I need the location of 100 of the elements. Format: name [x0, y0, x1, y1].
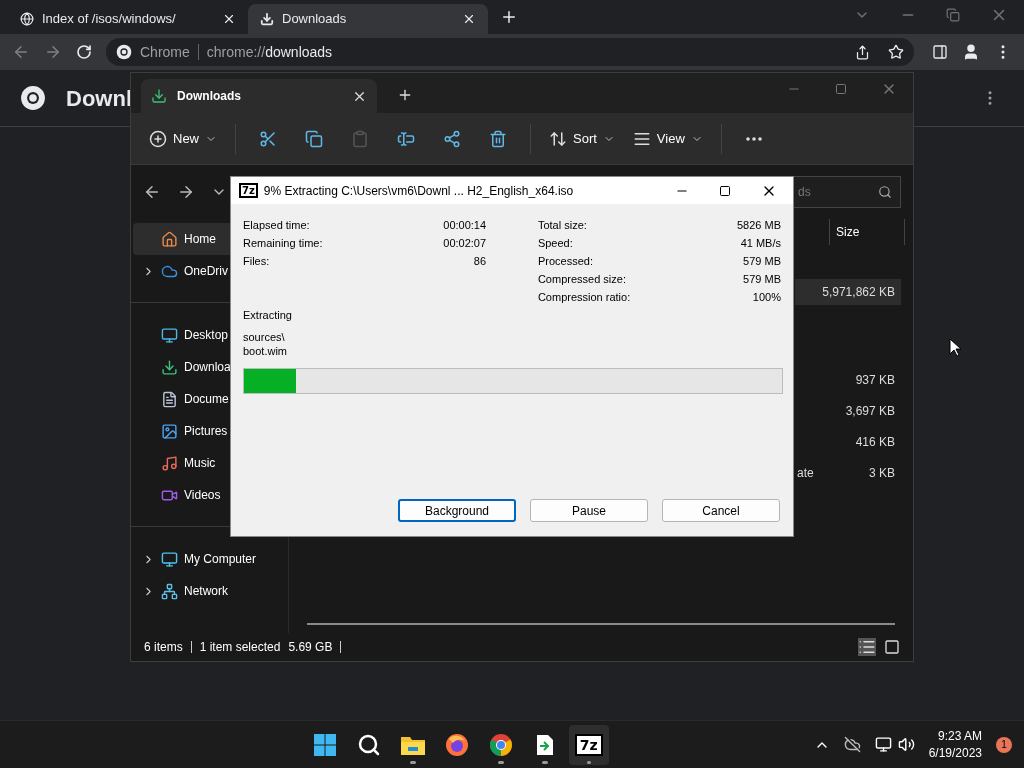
sidebar-label: My Computer [184, 551, 257, 568]
profile-icon[interactable] [962, 43, 980, 61]
page-title: Downl [66, 84, 132, 113]
dialog-button[interactable]: Pause [530, 499, 648, 522]
search-placeholder: ds [797, 184, 812, 201]
stat-label: Compressed size: [537, 272, 626, 287]
stat-value: 00:00:14 [443, 218, 487, 233]
stat-label: Total size: [537, 218, 587, 233]
close-icon[interactable] [222, 12, 236, 26]
size-cell-text: 3,697 KB [845, 403, 895, 420]
share-icon [443, 129, 461, 148]
taskbar-app[interactable]: 7z [568, 724, 609, 765]
sort-icon [549, 129, 567, 148]
download-icon [151, 88, 167, 104]
sidebar-label: Network [184, 583, 228, 600]
explorer-tab[interactable]: Downloads [141, 79, 377, 113]
document-icon [161, 390, 178, 408]
browser-tab[interactable]: Downloads [248, 4, 488, 34]
sidebar-label: OneDriv [184, 263, 228, 280]
image-icon [161, 422, 178, 440]
stat-label: Files: [243, 254, 270, 269]
trash-icon [489, 129, 507, 148]
more-icon [745, 136, 762, 141]
stat-label: Processed: [537, 254, 593, 269]
download-icon [260, 12, 274, 26]
file-row[interactable]: ate 3 KB [795, 460, 901, 486]
sidebar-item[interactable]: My Computer [133, 543, 286, 575]
column-header[interactable]: Size [829, 219, 905, 245]
new-tab-icon[interactable] [500, 8, 518, 26]
volume-icon[interactable] [897, 736, 915, 753]
selection-info: 1 item selected [199, 639, 281, 656]
stat-label: Compression ratio: [537, 290, 631, 305]
stat-value: 5826 MB [736, 218, 781, 233]
url-text: chrome://downloads [206, 42, 333, 62]
7z-logo-icon: 7z [574, 733, 603, 756]
maximize-icon[interactable] [719, 184, 731, 197]
plus-circle-icon [149, 129, 167, 148]
computer-icon [161, 550, 178, 568]
toolbar-button[interactable]: New [143, 121, 223, 156]
toolbar-button[interactable]: View [626, 121, 709, 156]
tiles-view-icon[interactable] [884, 639, 900, 655]
file-arrow-icon [535, 733, 554, 756]
firefox-icon [444, 732, 469, 757]
forward-icon[interactable] [177, 183, 195, 201]
cloud-off-icon[interactable] [843, 736, 861, 753]
rename-icon [397, 129, 415, 148]
clock-time[interactable]: 9:23 AM [938, 727, 982, 745]
details-view-icon[interactable] [858, 638, 876, 656]
scissors-icon [259, 129, 277, 148]
share-icon[interactable] [855, 44, 870, 60]
dialog-button[interactable]: Cancel [662, 499, 780, 522]
stat-value: 579 MB [743, 254, 781, 269]
clock-date[interactable]: 6/19/2023 [928, 744, 982, 762]
tab-title: Index of /isos/windows/ [42, 10, 177, 29]
side-panel-icon[interactable] [932, 44, 948, 60]
stat-label: Speed: [537, 236, 573, 251]
sidebar-item[interactable]: Music [133, 447, 286, 479]
size-cell-text: 937 KB [855, 372, 895, 389]
sidebar-item[interactable]: Videos [133, 479, 286, 511]
notification-badge[interactable]: 1 [996, 736, 1012, 753]
file-path: sources\ [243, 329, 286, 344]
stat-value: 00:02:07 [443, 236, 487, 251]
item-count: 6 items [144, 639, 183, 656]
dialog-button[interactable]: Background [398, 499, 516, 522]
dialog-title: 9% Extracting C:\Users\vm6\Downl ... H2_English_x64.iso [263, 182, 575, 200]
back-icon[interactable] [143, 183, 161, 201]
file-row[interactable]: 416 KB [795, 429, 901, 455]
bookmark-star-icon[interactable] [888, 44, 904, 60]
search-icon [878, 185, 892, 199]
mouse-pointer-icon [949, 338, 961, 357]
download-icon [161, 358, 178, 376]
stat-value: 86 [473, 254, 487, 269]
new-tab-icon[interactable] [397, 87, 413, 103]
sidebar-label: Home [184, 231, 216, 248]
toolbar-button[interactable]: Sort [543, 121, 621, 156]
tab-title: Downloads [282, 10, 348, 29]
file-row[interactable]: 3,697 KB [795, 398, 901, 424]
sidebar-item[interactable]: Network [133, 575, 286, 607]
sidebar-item[interactable]: Pictures [133, 415, 286, 447]
home-icon [161, 230, 178, 248]
restore-icon[interactable] [946, 8, 960, 22]
sidebar-label: Videos [184, 487, 221, 504]
copy-icon [305, 129, 323, 148]
file-row[interactable]: 937 KB [795, 367, 901, 393]
file-row[interactable]: 5,971,862 KB [795, 279, 901, 305]
sidebar-label: Downloa [184, 359, 231, 376]
sidebar-label: Desktop [184, 327, 229, 344]
stat-value: 41 MB/s [740, 236, 781, 251]
browser-tab[interactable]: Index of /isos/windows/ [8, 4, 248, 34]
sidebar-label: Pictures [184, 423, 228, 440]
chrome-logo-icon [20, 85, 46, 111]
sidebar-item[interactable]: Docume [133, 383, 286, 415]
close-icon[interactable] [462, 12, 476, 26]
chrome-icon [488, 732, 513, 757]
stat-value: 100% [752, 290, 781, 305]
action-label: Extracting [243, 308, 293, 323]
page-icon [20, 12, 34, 26]
reload-icon[interactable] [76, 44, 92, 60]
sidebar-label: Docume [184, 391, 229, 408]
address-bar[interactable]: Chrome chrome://downloads [106, 38, 914, 66]
